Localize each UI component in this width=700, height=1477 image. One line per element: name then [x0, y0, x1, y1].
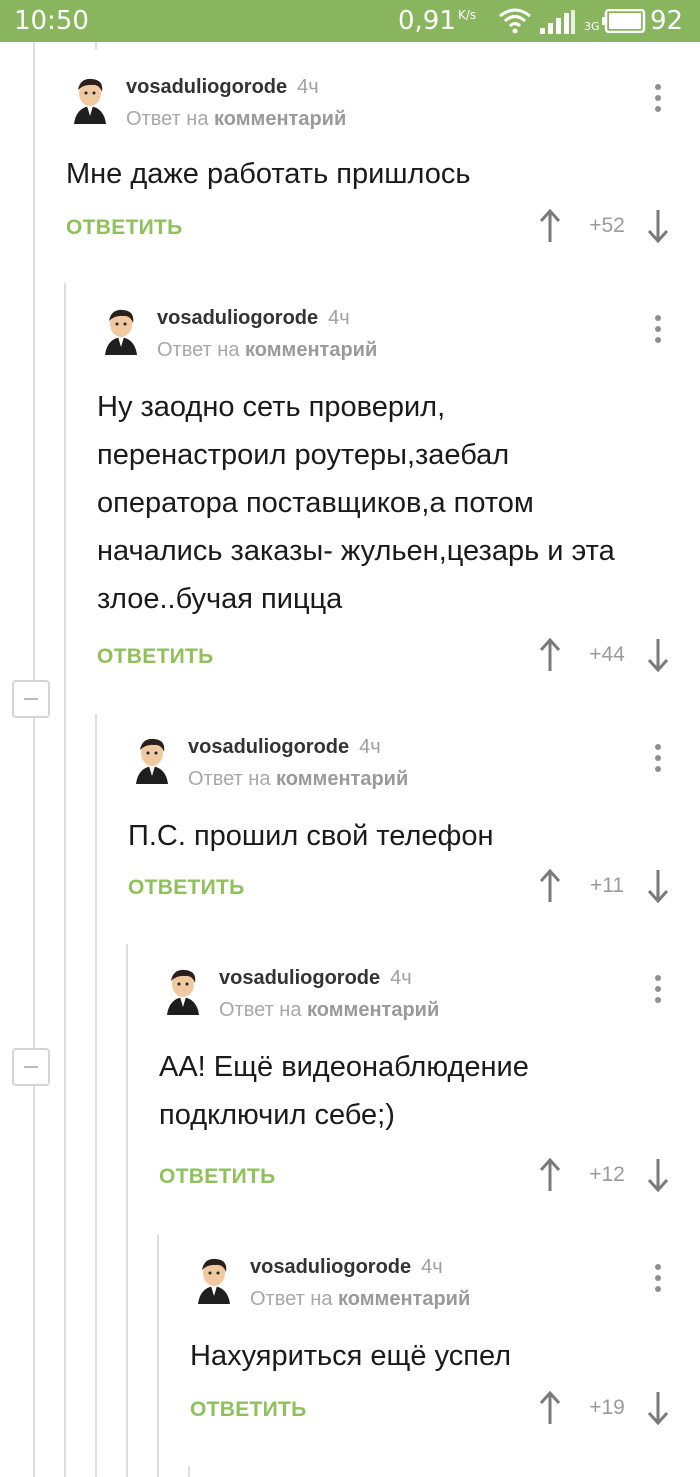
comment: vosaduliogorode 4ч Ответ на комментарий М… — [66, 76, 686, 256]
comment: vosaduliogorode 4ч Ответ на комментарий П… — [128, 736, 686, 916]
reply-to-label: Ответ на комментарий — [157, 339, 378, 361]
comment-text: АА! Ещё видеонаблюдение подключил себе;) — [159, 1051, 529, 1131]
comment: vosaduliogorode 4ч Ответ на комментарий Н… — [97, 307, 686, 687]
comment-time: 4ч — [421, 1256, 443, 1278]
avatar[interactable] — [159, 967, 207, 1015]
thread-line — [95, 714, 97, 1477]
avatar[interactable] — [190, 1256, 238, 1304]
thread-line — [33, 718, 35, 1048]
reply-to-label: Ответ на комментарий — [126, 108, 347, 130]
avatar[interactable] — [66, 76, 114, 124]
reply-to-label: Ответ на комментарий — [219, 999, 440, 1021]
reply-to-link[interactable]: комментарий — [307, 999, 439, 1021]
status-bar: 10:50 0,91 K/s 3G 92 — [0, 0, 700, 42]
comment: vosaduliogorode 4ч Ответ на комментарий Н… — [190, 1256, 686, 1446]
downvote-arrow-icon[interactable] — [646, 1157, 670, 1193]
thread-line — [64, 283, 66, 1477]
reply-button[interactable]: ОТВЕТИТЬ — [159, 1165, 276, 1189]
vote-controls: +52 — [538, 208, 670, 248]
more-options-icon[interactable] — [655, 975, 663, 1005]
comment: vosaduliogorode 4ч Ответ на комментарий А… — [159, 967, 686, 1207]
comment-score: +44 — [589, 643, 625, 666]
comment-time: 4ч — [297, 76, 319, 98]
comment-author[interactable]: vosaduliogorode 4ч — [219, 967, 412, 990]
collapse-thread-button[interactable] — [12, 1048, 50, 1086]
vote-controls: +11 — [538, 868, 670, 908]
downvote-arrow-icon[interactable] — [646, 208, 670, 244]
thread-line — [33, 1086, 35, 1477]
comment-author[interactable]: vosaduliogorode 4ч — [157, 307, 350, 330]
more-options-icon[interactable] — [655, 315, 663, 345]
reply-button[interactable]: ОТВЕТИТЬ — [97, 645, 214, 669]
thread-line — [95, 42, 97, 50]
vote-controls: +12 — [538, 1157, 670, 1197]
comment-time: 4ч — [359, 736, 381, 758]
reply-to-label: Ответ на комментарий — [188, 768, 409, 790]
wifi-icon — [499, 8, 531, 34]
comment-score: +11 — [589, 874, 625, 897]
comment-score: +52 — [589, 214, 625, 237]
reply-to-link[interactable]: комментарий — [276, 768, 408, 790]
thread-line — [188, 1466, 190, 1477]
signal-icon — [540, 10, 575, 34]
comment-text: Нахуяриться ещё успел — [190, 1340, 512, 1372]
reply-button[interactable]: ОТВЕТИТЬ — [66, 216, 183, 240]
comment-author[interactable]: vosaduliogorode 4ч — [250, 1256, 443, 1279]
reply-to-link[interactable]: комментарий — [214, 108, 346, 130]
avatar[interactable] — [97, 307, 145, 355]
comment-time: 4ч — [390, 967, 412, 989]
more-options-icon[interactable] — [655, 744, 663, 774]
thread-line — [126, 944, 128, 1477]
downvote-arrow-icon[interactable] — [646, 1390, 670, 1426]
battery-icon — [602, 9, 646, 33]
downvote-arrow-icon[interactable] — [646, 868, 670, 904]
upvote-arrow-icon[interactable] — [538, 868, 562, 904]
vote-controls: +19 — [538, 1390, 670, 1430]
comment-text: Ну заодно сеть проверил, перенастроил ро… — [97, 391, 615, 615]
collapse-thread-button[interactable] — [12, 680, 50, 718]
reply-to-link[interactable]: комментарий — [245, 339, 377, 361]
comment-score: +12 — [589, 1163, 625, 1186]
comment-author[interactable]: vosaduliogorode 4ч — [126, 76, 319, 99]
thread-line — [157, 1234, 159, 1477]
upvote-arrow-icon[interactable] — [538, 637, 562, 673]
comment-text: Мне даже работать пришлось — [66, 158, 471, 190]
comment-text: П.С. прошил свой телефон — [128, 820, 494, 852]
comment-author[interactable]: vosaduliogorode 4ч — [188, 736, 381, 759]
comment-score: +19 — [589, 1396, 625, 1419]
thread-line — [33, 42, 35, 682]
reply-to-label: Ответ на комментарий — [250, 1288, 471, 1310]
avatar[interactable] — [128, 736, 176, 784]
vote-controls: +44 — [538, 637, 670, 677]
comment-time: 4ч — [328, 307, 350, 329]
upvote-arrow-icon[interactable] — [538, 1390, 562, 1426]
reply-button[interactable]: ОТВЕТИТЬ — [128, 876, 245, 900]
network-type: 3G — [584, 20, 600, 33]
reply-button[interactable]: ОТВЕТИТЬ — [190, 1398, 307, 1422]
upvote-arrow-icon[interactable] — [538, 1157, 562, 1193]
network-speed: 0,91 — [398, 6, 456, 36]
network-speed-unit: K/s — [458, 8, 477, 22]
status-time: 10:50 — [14, 6, 89, 36]
more-options-icon[interactable] — [655, 84, 663, 114]
battery-percent: 92 — [650, 6, 684, 36]
upvote-arrow-icon[interactable] — [538, 208, 562, 244]
more-options-icon[interactable] — [655, 1264, 663, 1294]
reply-to-link[interactable]: комментарий — [338, 1288, 470, 1310]
downvote-arrow-icon[interactable] — [646, 637, 670, 673]
